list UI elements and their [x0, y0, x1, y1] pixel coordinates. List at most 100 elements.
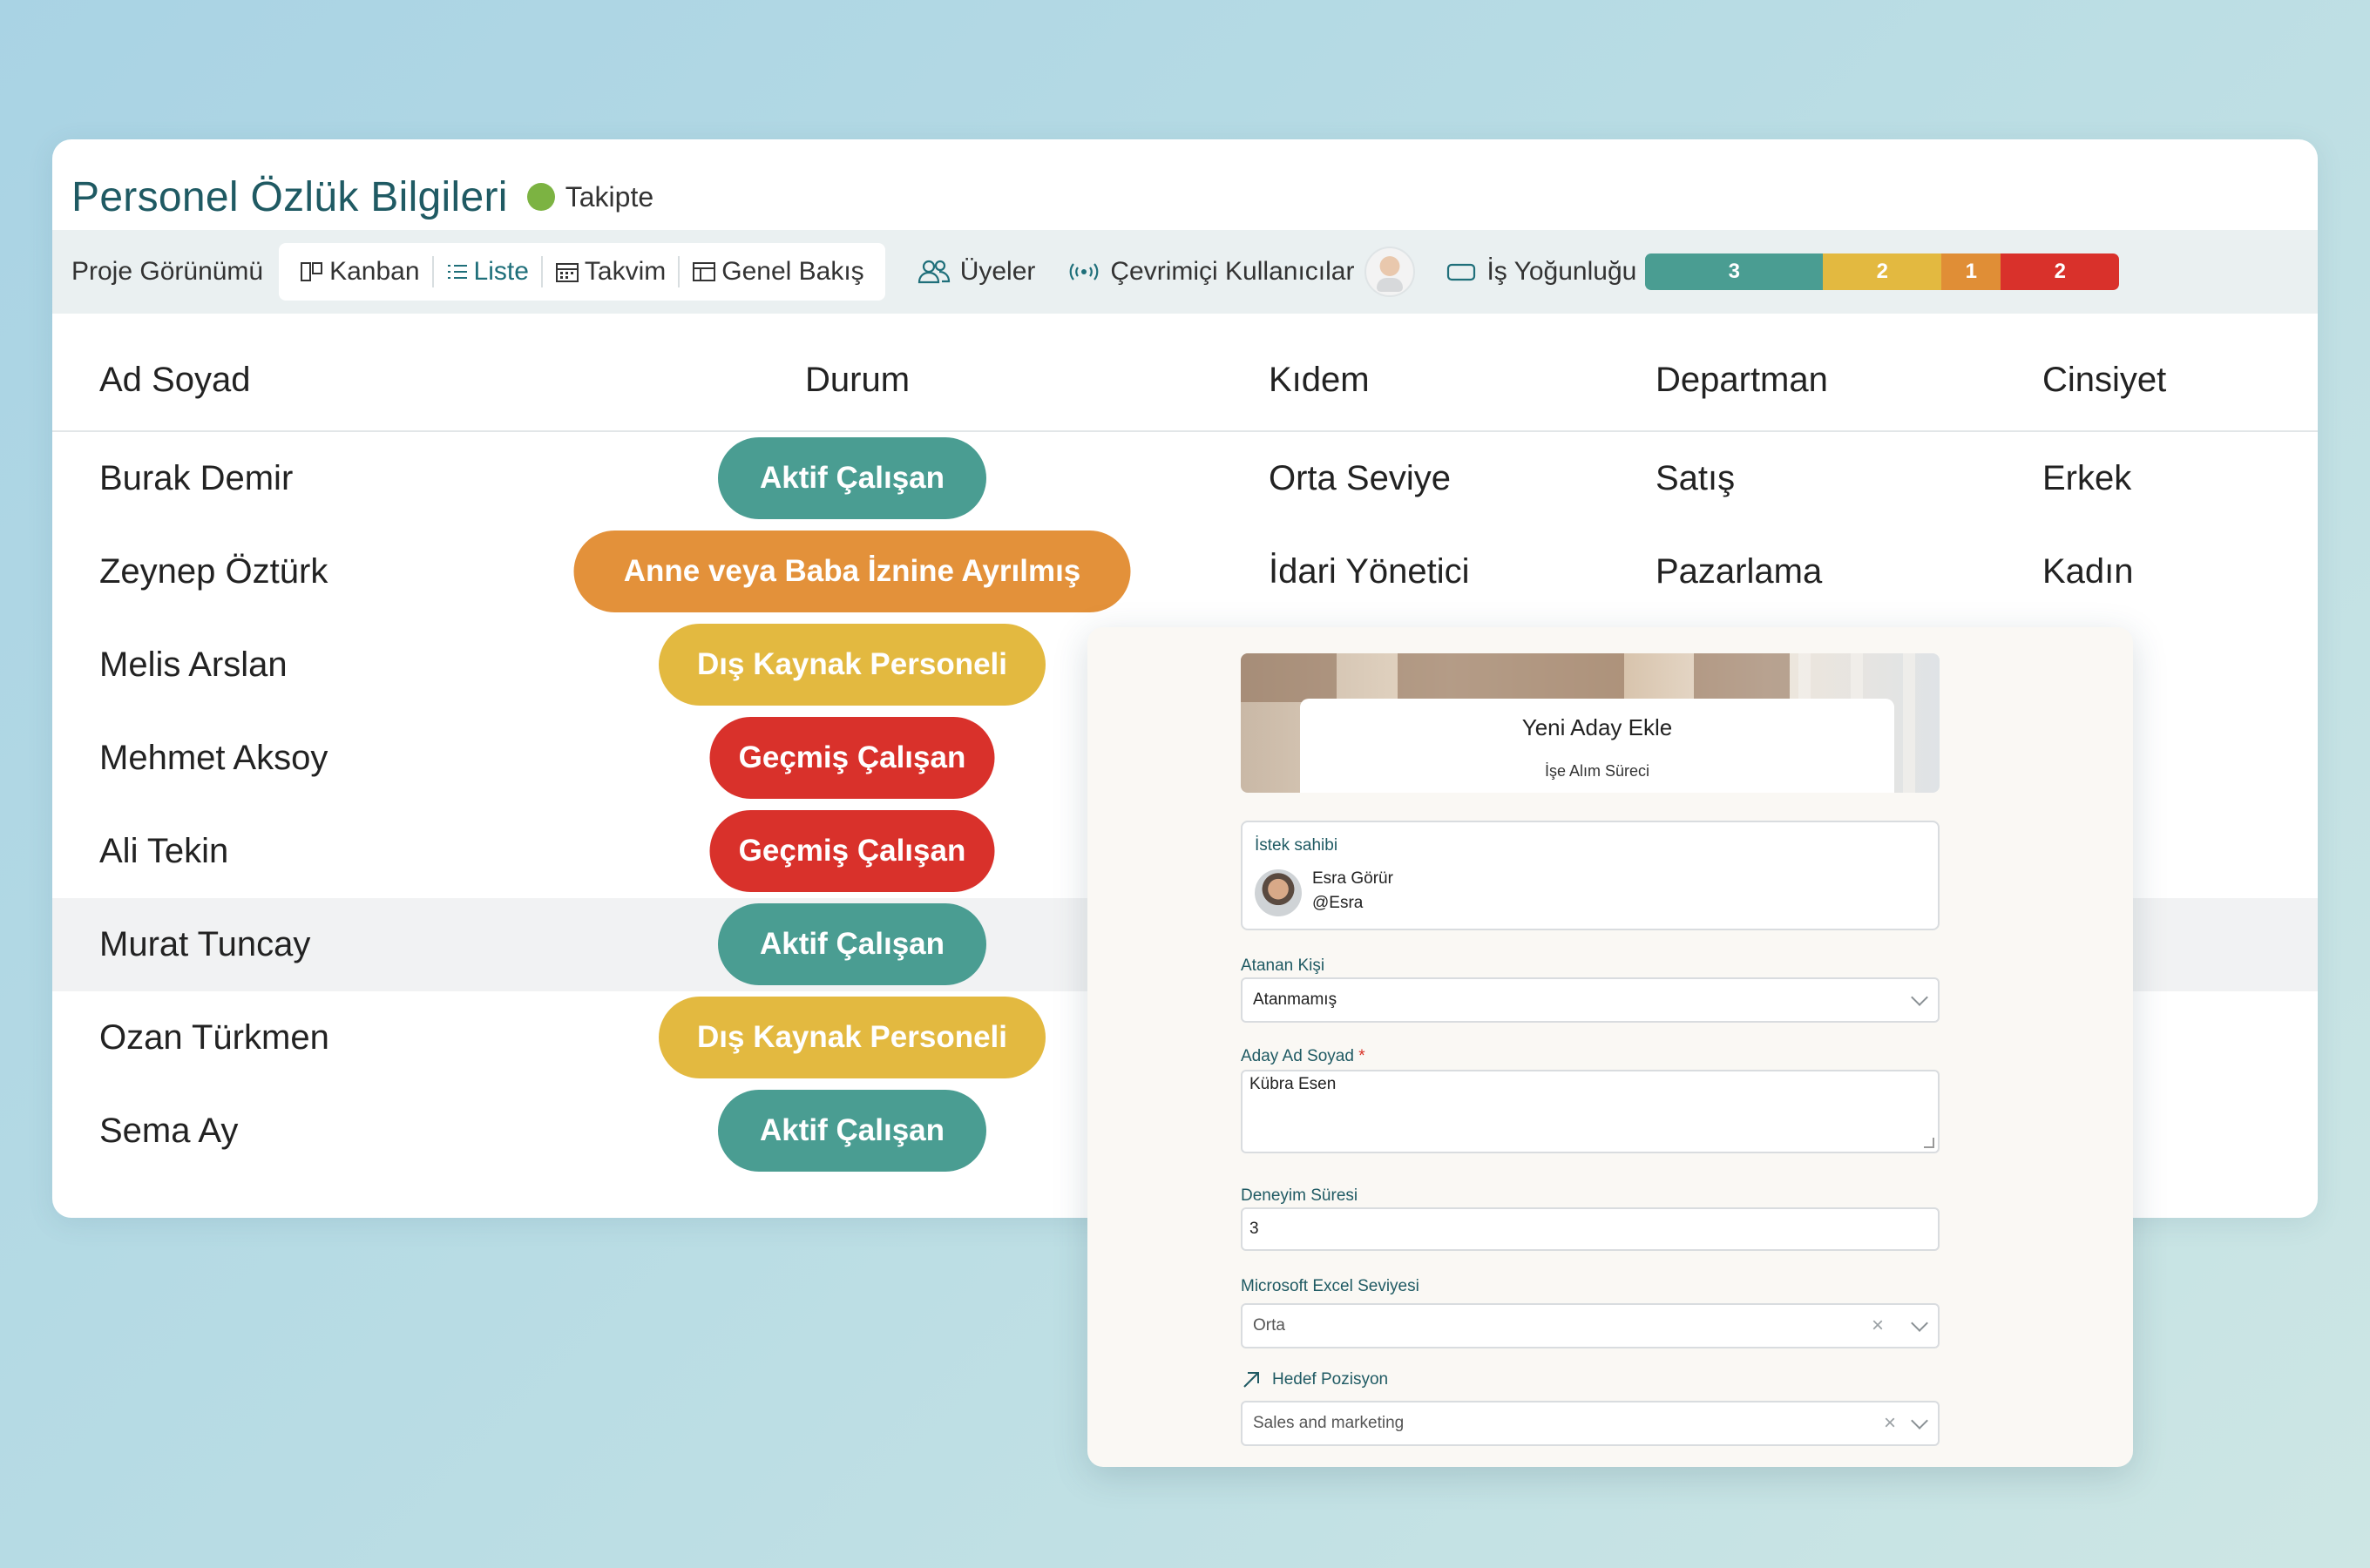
- candidate-name-label-text: Aday Ad Soyad: [1241, 1047, 1354, 1065]
- tab-genel-bakis-label: Genel Bakış: [721, 257, 864, 286]
- form-subtitle: İşe Alım Süreci: [1544, 762, 1650, 780]
- column-header-name[interactable]: Ad Soyad: [99, 361, 250, 400]
- status-badge[interactable]: Dış Kaynak Personeli: [659, 997, 1046, 1078]
- table-row[interactable]: Burak Demir Aktif Çalışan Orta Seviye Satış…: [52, 432, 2318, 525]
- target-position-value: Sales and marketing: [1253, 1414, 1405, 1432]
- cell-name: Zeynep Öztürk: [99, 552, 328, 591]
- cell-department: Pazarlama: [1656, 552, 1823, 591]
- tab-takvim[interactable]: Takvim: [543, 243, 678, 301]
- cell-department: Satış: [1656, 459, 1736, 497]
- calendar-icon: [555, 263, 579, 282]
- candidate-name-label: Aday Ad Soyad *: [1241, 1047, 1365, 1066]
- candidate-name-value: Kübra Esen: [1249, 1075, 1337, 1093]
- toolbar: Proje Görünümü Kanban Liste Takvim Genel…: [52, 230, 2318, 314]
- workload: İş Yoğunluğu 3212: [1446, 253, 2120, 290]
- cell-seniority: Orta Seviye: [1269, 459, 1451, 497]
- cell-name: Ozan Türkmen: [99, 1018, 329, 1057]
- column-header-seniority[interactable]: Kıdem: [1269, 361, 1370, 400]
- candidate-name-input[interactable]: Kübra Esen: [1241, 1070, 1940, 1153]
- table-row[interactable]: Zeynep Öztürk Anne veya Baba İznine Ayrıl…: [52, 525, 2318, 618]
- tab-kanban[interactable]: Kanban: [288, 243, 431, 301]
- cell-name: Sema Ay: [99, 1112, 239, 1150]
- form-title: Yeni Aday Ekle: [1521, 714, 1673, 740]
- cell-gender: Erkek: [2042, 459, 2132, 497]
- status-badge[interactable]: Aktif Çalışan: [718, 903, 986, 985]
- assignee-label: Atanan Kişi: [1241, 956, 1325, 975]
- cell-seniority: İdari Yönetici: [1269, 552, 1470, 591]
- chevron-down-icon[interactable]: [1911, 989, 1928, 1006]
- broadcast-icon: [1070, 263, 1099, 280]
- title-row: Personel Özlük Bilgileri Takipte: [71, 162, 653, 232]
- workload-label: İş Yoğunluğu: [1486, 257, 1637, 286]
- cell-name: Murat Tuncay: [99, 925, 311, 963]
- assignee-value: Atanmamış: [1253, 990, 1337, 1009]
- online-users[interactable]: Çevrimiçi Kullanıcılar: [1066, 247, 1416, 297]
- workload-segment[interactable]: 2: [1823, 253, 1942, 290]
- tab-genel-bakis[interactable]: Genel Bakış: [680, 243, 876, 301]
- battery-icon: [1447, 263, 1476, 281]
- requester-handle: @Esra: [1312, 894, 1364, 912]
- status-badge[interactable]: Dış Kaynak Personeli: [659, 624, 1046, 706]
- experience-input[interactable]: 3: [1241, 1207, 1940, 1251]
- new-candidate-form: Yeni Aday Ekle İşe Alım Süreci İstek sah…: [1087, 627, 2133, 1467]
- chevron-down-icon[interactable]: [1911, 1412, 1928, 1429]
- page-title: Personel Özlük Bilgileri: [71, 173, 508, 220]
- status-badge[interactable]: Aktif Çalışan: [718, 1090, 986, 1172]
- banner-image: [1903, 653, 1915, 793]
- column-header-gender[interactable]: Cinsiyet: [2042, 361, 2166, 400]
- overview-icon: [693, 262, 716, 281]
- tab-kanban-label: Kanban: [329, 257, 420, 286]
- list-icon: [447, 265, 467, 279]
- status-badge[interactable]: Geçmiş Çalışan: [709, 717, 995, 799]
- assignee-select[interactable]: Atanmamış: [1241, 977, 1940, 1023]
- cell-gender: Kadın: [2042, 552, 2134, 591]
- status-badge[interactable]: Anne veya Baba İznine Ayrılmış: [573, 531, 1131, 612]
- cell-name: Burak Demir: [99, 459, 294, 497]
- target-position-select[interactable]: Sales and marketing ×: [1241, 1401, 1940, 1446]
- excel-level-select[interactable]: Orta ×: [1241, 1303, 1940, 1348]
- banner-image: [1241, 653, 1337, 702]
- column-header-status[interactable]: Durum: [805, 361, 910, 400]
- workload-segment[interactable]: 2: [2001, 253, 2120, 290]
- requester-label: İstek sahibi: [1255, 836, 1338, 855]
- workload-segment[interactable]: 3: [1645, 253, 1824, 290]
- column-header-department[interactable]: Departman: [1656, 361, 1828, 400]
- online-user-avatar[interactable]: [1364, 247, 1416, 297]
- online-users-label: Çevrimiçi Kullanıcılar: [1110, 257, 1355, 286]
- members-button[interactable]: Üyeler: [917, 257, 1036, 287]
- status-dot-icon: [526, 183, 555, 211]
- arrow-up-right-icon: [1243, 1372, 1259, 1388]
- banner-image: [1694, 653, 1790, 702]
- status-badge[interactable]: Geçmiş Çalışan: [709, 810, 995, 892]
- cell-name: Melis Arslan: [99, 645, 288, 684]
- clear-icon[interactable]: ×: [1872, 1314, 1884, 1338]
- required-mark: *: [1358, 1047, 1365, 1065]
- banner-image: [1398, 653, 1624, 702]
- cell-name: Mehmet Aksoy: [99, 739, 328, 777]
- kanban-icon: [301, 262, 323, 281]
- members-label: Üyeler: [959, 257, 1036, 286]
- chevron-down-icon[interactable]: [1911, 1315, 1928, 1332]
- experience-label: Deneyim Süresi: [1241, 1186, 1358, 1205]
- excel-level-value: Orta: [1253, 1316, 1285, 1335]
- experience-value: 3: [1249, 1220, 1259, 1238]
- form-banner: Yeni Aday Ekle İşe Alım Süreci: [1241, 653, 1940, 793]
- tab-liste[interactable]: Liste: [434, 243, 541, 301]
- requester-name: Esra Görür: [1312, 869, 1393, 888]
- table-header: Ad Soyad Durum Kıdem Departman Cinsiyet: [52, 329, 2318, 432]
- requester-field[interactable]: İstek sahibi Esra Görür @Esra: [1241, 821, 1940, 930]
- status-label[interactable]: Takipte: [565, 181, 653, 213]
- requester-avatar: [1255, 869, 1302, 916]
- excel-level-label: Microsoft Excel Seviyesi: [1241, 1277, 1419, 1295]
- clear-icon[interactable]: ×: [1884, 1411, 1896, 1436]
- resize-handle-icon[interactable]: [1924, 1138, 1934, 1148]
- target-position-label-text: Hedef Pozisyon: [1272, 1370, 1389, 1389]
- workload-bar[interactable]: 3212: [1645, 253, 2120, 290]
- target-position-label: Hedef Pozisyon: [1241, 1369, 1388, 1390]
- workload-segment[interactable]: 1: [1941, 253, 2001, 290]
- cell-name: Ali Tekin: [99, 832, 229, 870]
- form-header: Yeni Aday Ekle İşe Alım Süreci: [1300, 699, 1894, 793]
- view-label: Proje Görünümü: [71, 257, 264, 286]
- tab-takvim-label: Takvim: [584, 257, 667, 286]
- status-badge[interactable]: Aktif Çalışan: [718, 437, 986, 519]
